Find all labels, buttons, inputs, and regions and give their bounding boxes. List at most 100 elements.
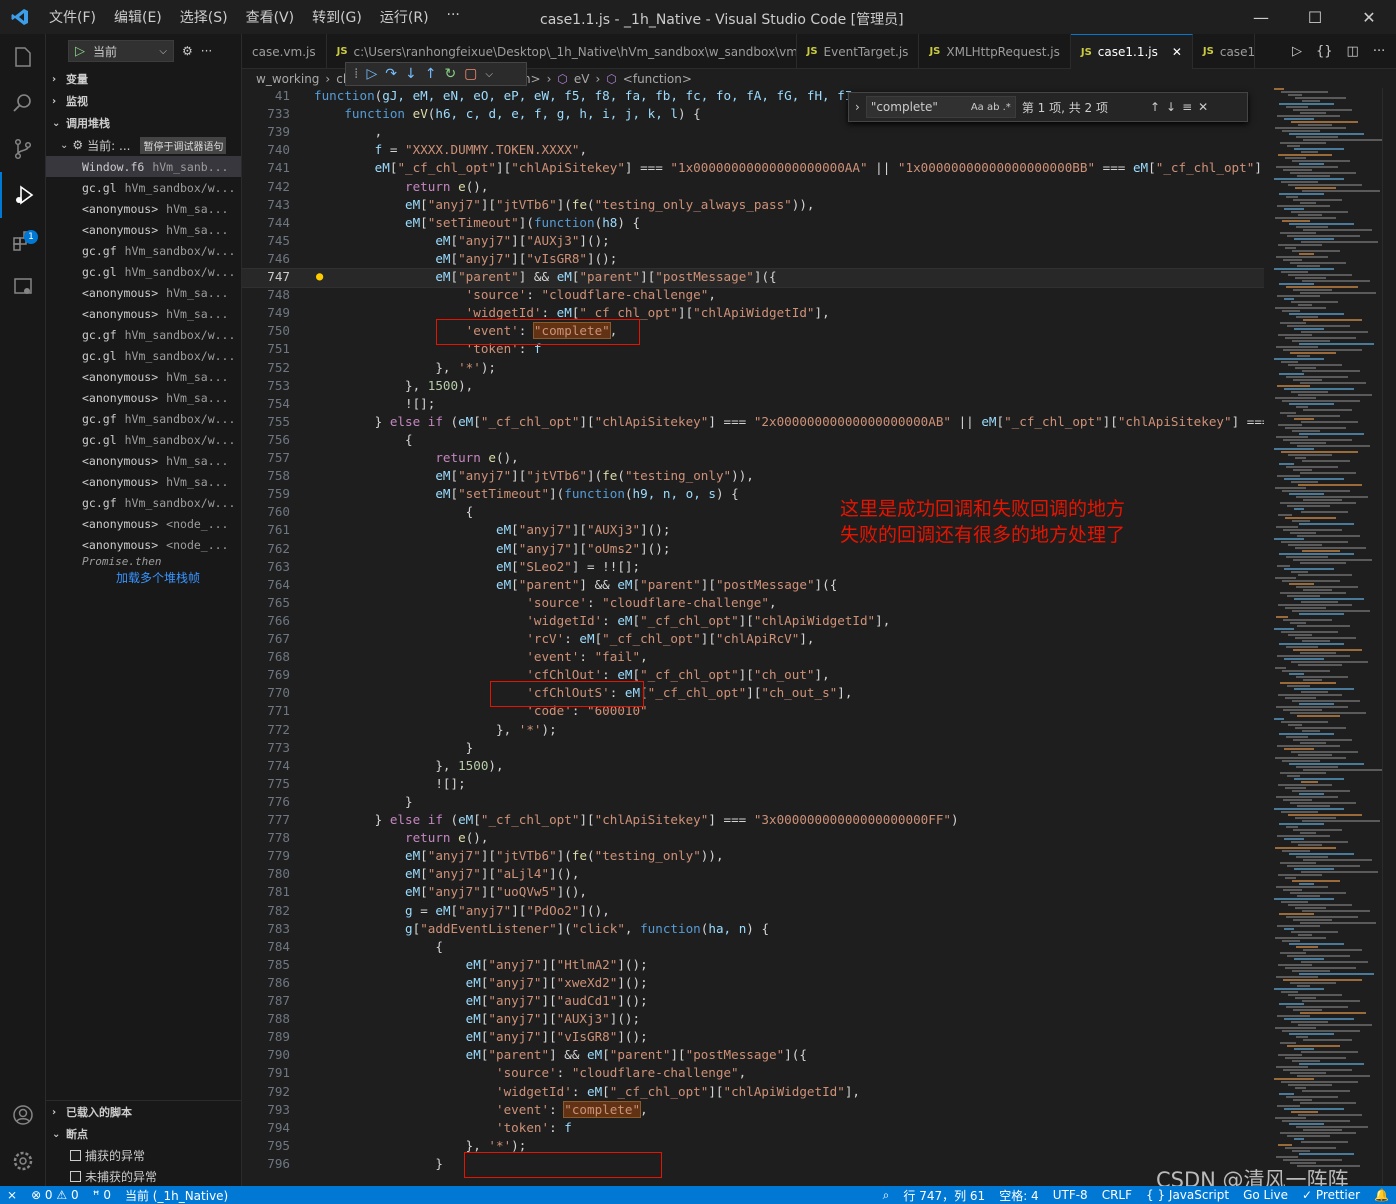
step-into-icon[interactable]: ↓ (405, 66, 417, 82)
stack-frame-row[interactable]: <anonymous> hVm_sa... (46, 219, 241, 240)
step-out-icon[interactable]: ↑ (425, 66, 437, 82)
maximize-icon[interactable]: ☐ (1288, 0, 1342, 34)
minimap-line (1292, 520, 1310, 522)
stack-frame-row[interactable]: <anonymous> hVm_sa... (46, 282, 241, 303)
search-icon[interactable] (0, 80, 46, 126)
menu-item[interactable]: ··· (438, 7, 469, 27)
code-editor[interactable]: 41 function(gJ, eM, eN, eO, eP, eW, f5, f… (242, 88, 1264, 1184)
more-icon[interactable]: ··· (1373, 44, 1385, 59)
watch-section[interactable]: › 监视 (46, 90, 241, 112)
caught-exceptions-checkbox[interactable]: 捕获的异常 (46, 1145, 241, 1166)
variables-section[interactable]: › 变量 (46, 68, 241, 90)
remote-explorer-icon[interactable] (0, 264, 46, 310)
run-icon[interactable]: ▷ (1292, 44, 1302, 59)
menu-item[interactable]: 文件(F) (40, 7, 105, 27)
step-over-icon[interactable]: ↷ (385, 66, 397, 82)
find-input[interactable]: "complete" Aa ab .* (865, 96, 1016, 118)
stack-frame-row[interactable]: <anonymous> hVm_sa... (46, 387, 241, 408)
uncaught-exceptions-checkbox[interactable]: 未捕获的异常 (46, 1166, 241, 1187)
go-live-button[interactable]: Go Live (1236, 1188, 1295, 1202)
load-more-frames-link[interactable]: 加载多个堆栈帧 (46, 569, 241, 589)
find-in-selection-icon[interactable]: ≡ (1182, 100, 1192, 114)
callstack-section[interactable]: ⌄ 调用堆栈 (46, 112, 241, 134)
stack-frame-row[interactable]: Window.f6 hVm_sanb... (46, 156, 241, 177)
previous-match-icon[interactable]: ↑ (1150, 100, 1160, 114)
thread-row[interactable]: ⌄ ⚙ 当前: ... 暂停于调试器语句 (46, 134, 241, 156)
restart-icon[interactable]: ↻ (444, 66, 456, 82)
loaded-scripts-section[interactable]: › 已载入的脚本 (46, 1101, 241, 1123)
stack-frame-row[interactable]: <anonymous> <node_... (46, 534, 241, 555)
menu-item[interactable]: 查看(V) (237, 7, 304, 27)
stack-frame-row[interactable]: gc.gf hVm_sandbox/w... (46, 324, 241, 345)
breakpoints-section[interactable]: ⌄ 断点 (46, 1123, 241, 1145)
stack-frame-row[interactable]: <anonymous> hVm_sa... (46, 198, 241, 219)
menu-item[interactable]: 转到(G) (303, 7, 371, 27)
stack-frame-row[interactable]: gc.gf hVm_sandbox/w... (46, 408, 241, 429)
minimap[interactable] (1264, 88, 1382, 1184)
stack-frame-row[interactable]: gc.gf hVm_sandbox/w... (46, 240, 241, 261)
language-mode[interactable]: { } JavaScript (1139, 1188, 1236, 1202)
editor-tab[interactable]: JScase1.0. (1193, 34, 1255, 69)
stack-frame-row[interactable]: gc.gf hVm_sandbox/w... (46, 492, 241, 513)
debug-config-select[interactable]: ▷ 当前 ⌵ (68, 40, 174, 62)
cursor-position[interactable]: 行 747，列 61 (896, 1187, 992, 1204)
breadcrumb-item[interactable]: eV (574, 72, 590, 86)
stack-frame-row[interactable]: gc.gl hVm_sandbox/w... (46, 429, 241, 450)
stack-frame-row[interactable]: <anonymous> hVm_sa... (46, 450, 241, 471)
split-editor-icon[interactable]: ◫ (1347, 44, 1359, 59)
indentation-status[interactable]: 空格: 4 (992, 1187, 1046, 1204)
encoding-status[interactable]: UTF-8 (1046, 1188, 1095, 1202)
explorer-icon[interactable] (0, 34, 46, 80)
editor-tab[interactable]: JS EventTarget.js (797, 34, 920, 69)
find-options[interactable]: Aa ab .* (971, 102, 1011, 113)
chevron-down-icon[interactable]: ⌵ (485, 69, 493, 80)
start-debug-icon[interactable]: ▷ (75, 44, 85, 59)
editor-tab[interactable]: case.vm.js (242, 34, 327, 69)
stack-frame-row[interactable]: <anonymous> hVm_sa... (46, 303, 241, 324)
braces-icon[interactable]: {} (1316, 44, 1333, 59)
code-line: 777 } else if (eM["_cf_chl_opt"]["chlApi… (242, 812, 1264, 830)
debug-settings-gear-icon[interactable]: ⚙ (182, 44, 193, 58)
prettier-status[interactable]: ✓ Prettier (1295, 1188, 1367, 1202)
menu-item[interactable]: 编辑(E) (105, 7, 171, 27)
notifications-bell-icon[interactable]: 🔔 (1367, 1188, 1396, 1202)
close-find-icon[interactable]: ✕ (1198, 100, 1208, 114)
zoom-icon[interactable]: ⌕ (876, 1188, 897, 1203)
editor-tab[interactable]: JS case1.1.js ✕ (1070, 34, 1193, 69)
toggle-replace-icon[interactable]: › (855, 100, 860, 114)
close-tab-icon[interactable]: ✕ (1172, 45, 1182, 59)
breadcrumb-item[interactable]: w_working (256, 72, 319, 86)
stack-frame-row[interactable]: gc.gl hVm_sandbox/w... (46, 177, 241, 198)
editor-scrollbar[interactable] (1382, 88, 1396, 1184)
source-control-icon[interactable] (0, 126, 46, 172)
continue-icon[interactable]: ▷ (366, 66, 377, 82)
editor-tab[interactable]: JS XMLHttpRequest.js (919, 34, 1071, 69)
stack-frame-row[interactable]: <anonymous> hVm_sa... (46, 471, 241, 492)
minimize-icon[interactable]: — (1234, 0, 1288, 34)
manage-gear-icon[interactable] (0, 1138, 46, 1184)
problems-status[interactable]: ⊗ 0 ⚠ 0 (24, 1188, 86, 1202)
eol-status[interactable]: CRLF (1095, 1188, 1139, 1202)
minimap-line (1291, 931, 1338, 933)
stack-frame-row[interactable]: gc.gl hVm_sandbox/w... (46, 345, 241, 366)
run-debug-icon[interactable] (0, 172, 46, 218)
minimap-line (1285, 247, 1296, 249)
extensions-icon[interactable] (0, 218, 46, 264)
ports-status[interactable]: ꟸ 0 (86, 1188, 118, 1202)
stack-frame-row[interactable]: <anonymous> hVm_sa... (46, 366, 241, 387)
menu-item[interactable]: 选择(S) (171, 7, 237, 27)
stop-icon[interactable]: ▢ (464, 66, 477, 82)
more-actions-icon[interactable]: ··· (201, 44, 212, 58)
menu-item[interactable]: 运行(R) (371, 7, 438, 27)
account-icon[interactable] (0, 1092, 46, 1138)
next-match-icon[interactable]: ↓ (1166, 100, 1176, 114)
remote-icon[interactable]: ⨯ (0, 1188, 24, 1202)
drag-handle-icon[interactable]: ⁞ (354, 66, 358, 82)
close-window-icon[interactable]: ✕ (1342, 0, 1396, 34)
stack-frame-row[interactable]: <anonymous> <node_... (46, 513, 241, 534)
breadcrumb-item[interactable]: <function> (623, 72, 692, 86)
debug-session-status[interactable]: 当前 (_1h_Native) (118, 1187, 235, 1204)
stack-frame-row[interactable]: gc.gl hVm_sandbox/w... (46, 261, 241, 282)
lightbulb-icon[interactable]: ● (316, 269, 323, 283)
thread-gear-icon: ⚙ (72, 138, 84, 152)
